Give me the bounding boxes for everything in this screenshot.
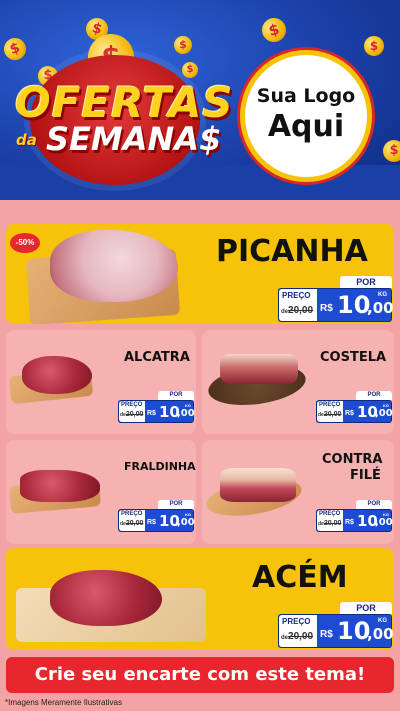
product-name-alcatra: ALCATRA [124,350,190,365]
alcatra-image [22,356,92,394]
unit-label: KG [383,512,389,517]
old-price-value: 20,00 [288,305,314,316]
por-label: POR [356,391,392,400]
fraldinha-image [20,470,100,502]
discount-badge: -50% [10,233,40,253]
por-label: POR [158,500,194,509]
currency: R$ [345,519,354,526]
acem-image [50,570,162,626]
price-box: PREÇO de20,00 R$ 10 ,00 KG [278,614,394,648]
currency: R$ [147,519,156,526]
coin-icon: $ [364,36,384,56]
preco-label: PREÇO [282,291,311,300]
old-price: de20,00 [318,411,341,418]
price-integer: 10 [337,617,371,645]
old-price-value: 20,00 [125,411,144,418]
contra-file-image [220,468,296,502]
unit-label: KG [378,292,387,298]
price-tag-costela: POR PREÇO de20,00 R$ 10 ,00 KG [316,391,393,423]
disclaimer-text: *Imagens Meramente Ilustrativas [5,698,122,707]
price-box: PREÇO de20,00 R$ 10 ,00 KG [316,509,393,532]
product-name-costela: COSTELA [320,350,387,365]
picanha-image [50,230,178,302]
preco-label: PREÇO [319,402,341,408]
unit-label: KG [185,403,191,408]
price-box: PREÇO de20,00 R$ 10 ,00 KG [118,509,195,532]
price-tag-acem: POR PREÇO de20,00 R$ 10 ,00 KG [278,602,394,648]
currency: R$ [320,303,333,314]
preco-label: PREÇO [121,402,143,408]
price-tag-alcatra: POR PREÇO de20,00 R$ 10 ,00 KG [118,391,195,423]
price-decimal: ,00 [367,625,394,643]
old-price-value: 20,00 [323,520,342,527]
old-price-value: 20,00 [288,631,314,642]
old-price-prefix: de [281,309,289,315]
logo-text-line2: Aqui [267,109,345,144]
preco-label: PREÇO [282,617,311,626]
por-label: POR [158,391,194,400]
coin-icon: $ [182,62,198,78]
unit-label: KG [378,618,387,624]
costela-image [220,354,298,384]
unit-label: KG [185,512,191,517]
price-decimal: ,00 [367,299,394,317]
unit-label: KG [383,403,389,408]
price-tag-contra-file: POR PREÇO de20,00 R$ 10 ,00 KG [316,500,393,532]
old-price-value: 20,00 [323,411,342,418]
old-price: de20,00 [318,520,341,527]
coin-icon: $ [259,15,289,45]
old-price: de20,00 [281,305,313,316]
preco-label: PREÇO [319,511,341,517]
logo-placeholder[interactable]: Sua Logo Aqui [240,50,372,182]
coin-icon: $ [174,36,192,54]
product-name-picanha: PICANHA [216,234,368,269]
price-decimal: ,00 [177,517,195,528]
price-box: PREÇO de20,00 R$ 10 ,00 KG [278,288,394,322]
price-decimal: ,00 [177,408,195,419]
currency: R$ [147,410,156,417]
price-tag-picanha: POR PREÇO de20,00 R$ 10 ,00 KG [278,276,394,322]
product-name-contra-file-line2: FILÉ [350,468,381,483]
old-price: de20,00 [120,411,143,418]
preco-label: PREÇO [121,511,143,517]
title-semana: SEMANA$ [46,120,222,158]
logo-text-line1: Sua Logo [256,85,356,107]
currency: R$ [345,410,354,417]
price-tag-fraldinha: POR PREÇO de20,00 R$ 10 ,00 KG [118,500,195,532]
product-name-acem: ACÉM [252,560,348,595]
coin-icon: $ [383,140,400,162]
header-banner: $ $ $ $ $ $ $ $ $ OFERTAS da SEMANA$ Sua… [0,0,400,200]
currency: R$ [320,629,333,640]
old-price: de20,00 [281,631,313,642]
price-box: PREÇO de20,00 R$ 10 ,00 KG [118,400,195,423]
por-label: POR [340,276,392,288]
price-integer: 10 [337,291,371,319]
old-price-value: 20,00 [125,520,144,527]
por-label: POR [356,500,392,509]
cta-banner[interactable]: Crie seu encarte com este tema! [6,657,394,693]
product-name-fraldinha: FRALDINHA [124,460,196,473]
product-name-contra-file-line1: CONTRA [322,452,383,467]
coin-icon: $ [0,34,30,64]
old-price: de20,00 [120,520,143,527]
old-price-prefix: de [281,635,289,641]
price-decimal: ,00 [375,517,393,528]
price-box: PREÇO de20,00 R$ 10 ,00 KG [316,400,393,423]
por-label: POR [340,602,392,614]
title-da: da [16,131,37,149]
price-decimal: ,00 [375,408,393,419]
